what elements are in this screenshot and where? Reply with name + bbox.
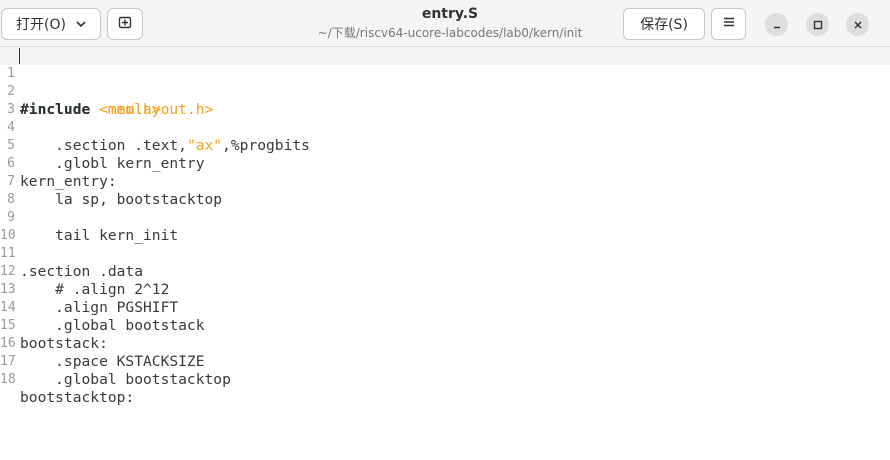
hamburger-menu-icon (722, 15, 736, 33)
open-button-label: 打开(O) (16, 17, 66, 33)
code-line[interactable]: 1 #include <mmu.h> (0, 47, 890, 118)
code-line[interactable]: 8 (0, 173, 890, 207)
text-cursor (19, 48, 20, 64)
open-button[interactable]: 打开(O) (1, 8, 101, 40)
document-title: entry.S (421, 6, 479, 22)
code-line[interactable]: 4 .section .text,"ax",%progbits (0, 101, 890, 154)
minimize-button[interactable] (765, 13, 788, 36)
code-line[interactable]: 6 kern_entry: (0, 137, 890, 190)
maximize-button[interactable] (806, 13, 829, 36)
close-icon (853, 15, 863, 34)
code-line[interactable]: 15 bootstack: (0, 299, 890, 352)
code-line[interactable]: 11 .section .data (0, 227, 890, 280)
code-text: .global bootstacktop (20, 371, 231, 388)
code-line[interactable]: 10 (0, 209, 890, 243)
save-button[interactable]: 保存(S) (623, 8, 705, 40)
code-line[interactable]: 9 tail kern_init (0, 191, 890, 244)
document-path: ~/下载/riscv64-ucore-labcodes/lab0/kern/in… (317, 26, 583, 40)
code-line[interactable]: 7 la sp, bootstacktop (0, 155, 890, 208)
chevron-down-icon[interactable] (74, 17, 88, 35)
header-bar: 打开(O) entry.S ~/下载/riscv64-ucore-labcode… (0, 0, 890, 47)
code-line[interactable]: 18 bootstacktop: (0, 353, 890, 406)
close-button[interactable] (846, 13, 869, 36)
code-line[interactable]: 17 .global bootstacktop (0, 335, 890, 388)
main-menu-button[interactable] (711, 8, 746, 40)
code-text: bootstacktop: (20, 389, 135, 406)
code-line[interactable]: 5 .globl kern_entry (0, 119, 890, 172)
code-editor[interactable]: 1 #include <mmu.h> 2 #include <memlayout… (0, 47, 890, 460)
code-line[interactable]: 16 .space KSTACKSIZE (0, 317, 890, 370)
code-line[interactable]: 3 (0, 83, 890, 117)
new-tab-button[interactable] (107, 8, 143, 40)
code-line[interactable]: 14 .global bootstack (0, 281, 890, 334)
save-button-label: 保存(S) (640, 17, 688, 33)
code-line[interactable]: 2 #include <memlayout.h> (0, 65, 890, 118)
new-tab-icon (118, 15, 132, 33)
window-title-area: entry.S ~/下载/riscv64-ucore-labcodes/lab0… (250, 5, 650, 41)
code-line[interactable]: 13 .align PGSHIFT (0, 263, 890, 316)
maximize-icon (813, 15, 823, 34)
minimize-icon (772, 15, 782, 34)
code-line[interactable]: 12 # .align 2^12 (0, 245, 890, 298)
line-number: 18 (0, 372, 16, 387)
